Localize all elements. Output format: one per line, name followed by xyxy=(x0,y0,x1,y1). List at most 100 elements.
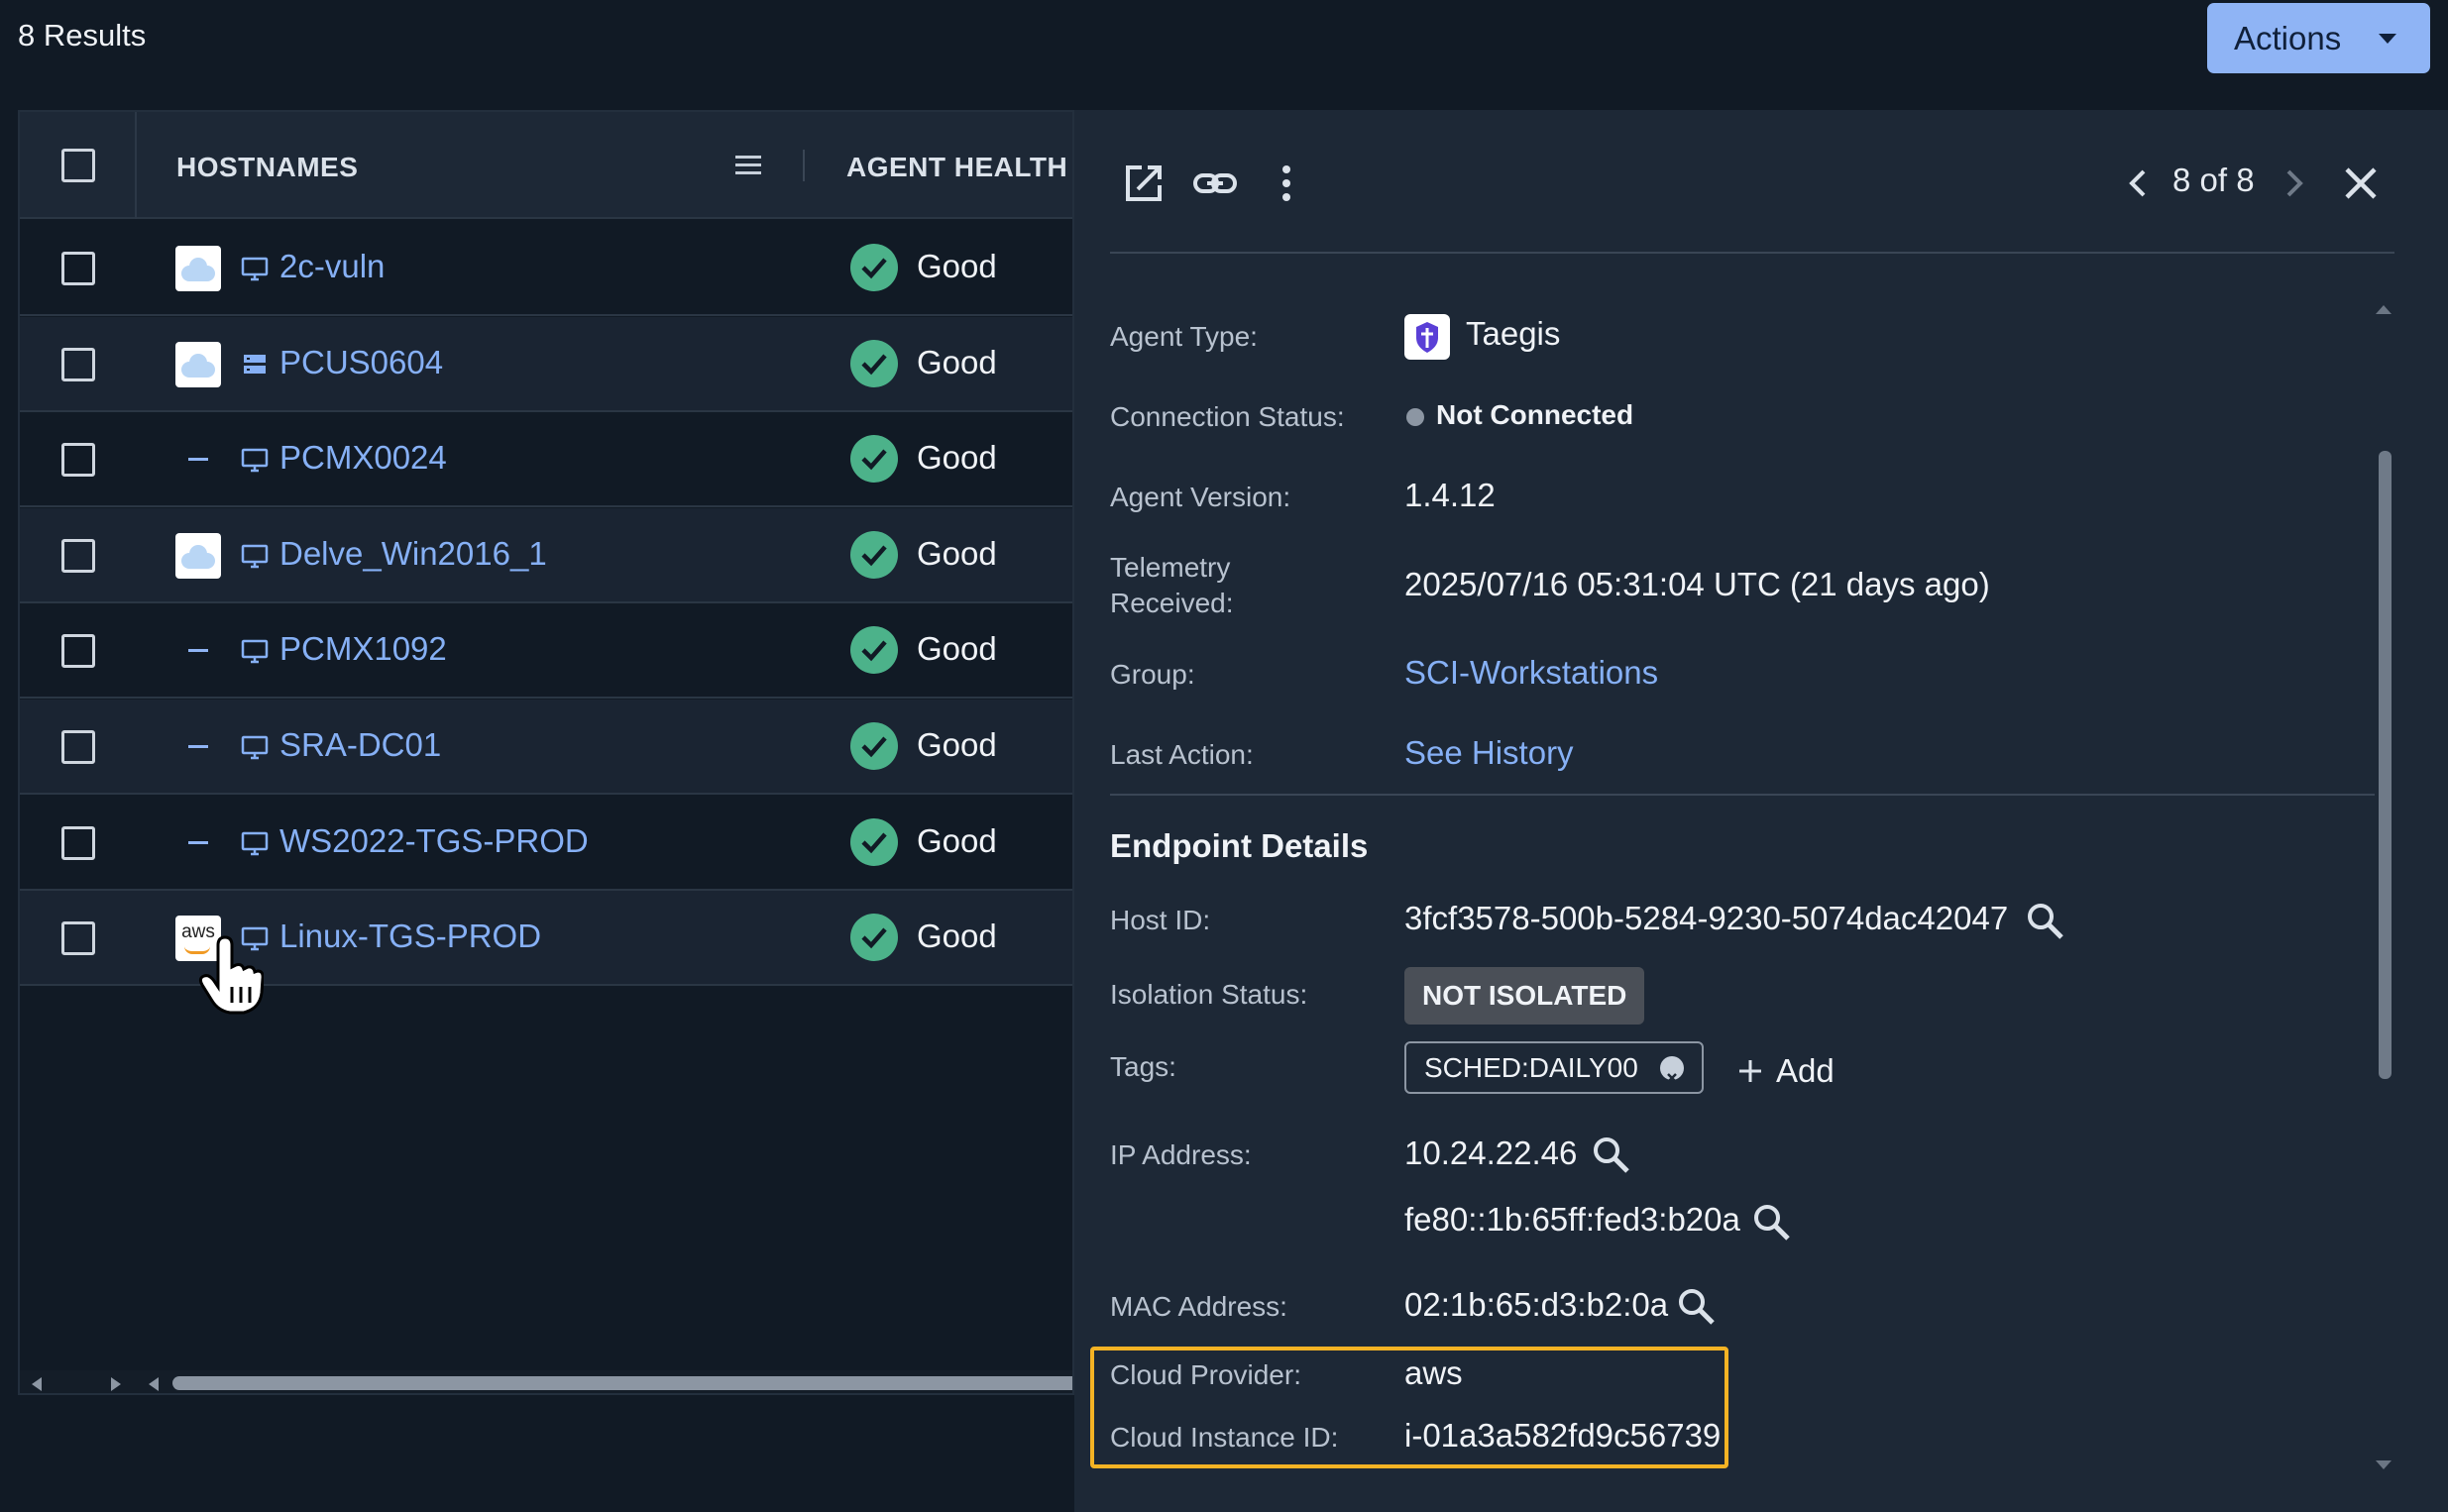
close-icon[interactable] xyxy=(2339,162,2383,205)
open-external-icon[interactable] xyxy=(1120,160,1168,207)
check-circle-icon xyxy=(850,435,898,484)
hostname-link[interactable]: SRA-DC01 xyxy=(279,726,441,764)
horizontal-scrollbar[interactable] xyxy=(20,1370,1072,1393)
no-source-dash xyxy=(188,745,208,748)
panel-scrollbar-thumb[interactable] xyxy=(2379,451,2392,1079)
row-checkbox[interactable] xyxy=(61,921,95,956)
search-icon[interactable] xyxy=(1750,1201,1794,1244)
row-checkbox[interactable] xyxy=(61,730,95,764)
mac-address-value: 02:1b:65:d3:b2:0a xyxy=(1404,1286,1669,1323)
host-id-label: Host ID: xyxy=(1110,905,1211,935)
agent-health-text: Good xyxy=(917,918,997,955)
column-header-hostnames[interactable]: HOSTNAMES xyxy=(176,152,358,183)
row-checkbox[interactable] xyxy=(61,347,95,381)
agent-health-text: Good xyxy=(917,534,997,572)
hostname-link[interactable]: PCMX1092 xyxy=(279,630,447,668)
results-count: 8 Results xyxy=(18,18,147,53)
select-all-checkbox[interactable] xyxy=(61,149,95,182)
header-separator xyxy=(135,112,137,219)
see-history-link[interactable]: See History xyxy=(1404,734,1574,772)
column-header-agent-health[interactable]: AGENT HEALTH xyxy=(846,152,1067,183)
scroll-down-icon[interactable] xyxy=(2376,1460,2392,1469)
hostname-link[interactable]: 2c-vuln xyxy=(279,248,385,285)
caret-down-icon xyxy=(2379,34,2396,44)
row-checkbox[interactable] xyxy=(61,443,95,478)
agent-type-label: Agent Type: xyxy=(1110,321,1258,352)
table-row[interactable]: 2c-vuln Good xyxy=(20,221,1072,316)
table-row[interactable]: aws Linux-TGS-PROD Good xyxy=(20,891,1072,987)
host-id-value: 3fcf3578-500b-5284-9230-5074dac42047 xyxy=(1404,900,2009,936)
more-options-icon[interactable] xyxy=(1263,160,1310,207)
cloud-info-highlight xyxy=(1090,1347,1728,1468)
check-circle-icon xyxy=(850,244,898,291)
hostname-link[interactable]: PCUS0604 xyxy=(279,344,443,381)
row-checkbox[interactable] xyxy=(61,825,95,860)
agent-version-label: Agent Version: xyxy=(1110,482,1291,512)
scrollbar-thumb[interactable] xyxy=(172,1376,1072,1390)
hostname-link[interactable]: PCMX0024 xyxy=(279,439,447,477)
row-checkbox[interactable] xyxy=(61,252,95,285)
check-circle-icon xyxy=(850,530,898,579)
agent-health-text: Good xyxy=(917,821,997,859)
search-icon[interactable] xyxy=(1590,1134,1633,1177)
section-divider xyxy=(1110,794,2375,796)
agent-health-text: Good xyxy=(917,630,997,668)
scroll-right-icon[interactable] xyxy=(111,1377,121,1391)
ip-v6-value: fe80::1b:65ff:fed3:b20a xyxy=(1404,1201,1740,1238)
agent-health-text: Good xyxy=(917,343,997,380)
endpoints-table: HOSTNAMES AGENT HEALTH 2c-vuln Good PCUS06… xyxy=(18,110,1074,1395)
status-dot-icon xyxy=(1406,408,1424,426)
table-row[interactable]: Delve_Win2016_1 Good xyxy=(20,507,1072,603)
taegis-logo-icon xyxy=(1404,314,1450,360)
search-icon[interactable] xyxy=(2024,900,2067,943)
scroll-left-icon[interactable] xyxy=(149,1377,159,1391)
monitor-icon xyxy=(240,541,270,571)
add-tag-button[interactable]: Add xyxy=(1734,1046,1835,1096)
agent-health-text: Good xyxy=(917,439,997,477)
check-circle-icon xyxy=(850,722,898,770)
search-icon[interactable] xyxy=(1675,1285,1719,1329)
table-row[interactable]: PCMX0024 Good xyxy=(20,412,1072,508)
no-source-dash xyxy=(188,458,208,462)
scroll-left-icon[interactable] xyxy=(32,1377,42,1391)
monitor-icon xyxy=(240,732,270,762)
table-row[interactable]: PCMX1092 Good xyxy=(20,603,1072,700)
row-checkbox[interactable] xyxy=(61,538,95,573)
row-checkbox[interactable] xyxy=(61,634,95,669)
no-source-dash xyxy=(188,840,208,844)
tags-label: Tags: xyxy=(1110,1051,1176,1082)
hostname-link[interactable]: Linux-TGS-PROD xyxy=(279,918,541,955)
connection-status-label: Connection Status: xyxy=(1110,401,1345,432)
group-link[interactable]: SCI-Workstations xyxy=(1404,654,1658,692)
add-tag-label: Add xyxy=(1776,1052,1835,1089)
check-circle-icon xyxy=(850,914,898,962)
isolation-status-label: Isolation Status: xyxy=(1110,979,1308,1010)
hostname-link[interactable]: WS2022-TGS-PROD xyxy=(279,822,589,860)
endpoint-detail-panel: 8 of 8 Agent Type: Taegis Connection Sta… xyxy=(1074,110,2448,1512)
monitor-icon xyxy=(240,828,270,858)
table-header: HOSTNAMES AGENT HEALTH xyxy=(20,112,1072,219)
check-circle-icon xyxy=(850,817,898,866)
cloud-icon xyxy=(175,532,221,579)
server-icon xyxy=(240,350,270,379)
chevron-right-icon[interactable] xyxy=(2274,163,2313,203)
ip-v4-value: 10.24.22.46 xyxy=(1404,1134,1578,1171)
link-icon[interactable] xyxy=(1191,160,1239,207)
column-resize-handle[interactable] xyxy=(803,150,805,181)
actions-button[interactable]: Actions xyxy=(2207,3,2430,73)
isolation-status-badge: NOT ISOLATED xyxy=(1404,967,1645,1025)
hostname-link[interactable]: Delve_Win2016_1 xyxy=(279,535,547,573)
table-row[interactable]: SRA-DC01 Good xyxy=(20,700,1072,795)
table-row[interactable]: WS2022-TGS-PROD Good xyxy=(20,796,1072,891)
cloud-icon xyxy=(175,246,221,291)
table-row[interactable]: PCUS0604 Good xyxy=(20,316,1072,412)
check-circle-icon xyxy=(850,626,898,675)
scroll-up-icon[interactable] xyxy=(2376,305,2392,314)
telemetry-label-line1: Telemetry xyxy=(1110,552,1231,583)
chevron-left-icon[interactable] xyxy=(2119,163,2159,203)
panel-header-divider xyxy=(1110,252,2394,254)
monitor-icon xyxy=(240,254,270,283)
telemetry-label: Telemetry Received: xyxy=(1110,550,1234,621)
remove-tag-icon[interactable] xyxy=(1659,1056,1684,1083)
column-menu-icon[interactable] xyxy=(735,156,761,175)
